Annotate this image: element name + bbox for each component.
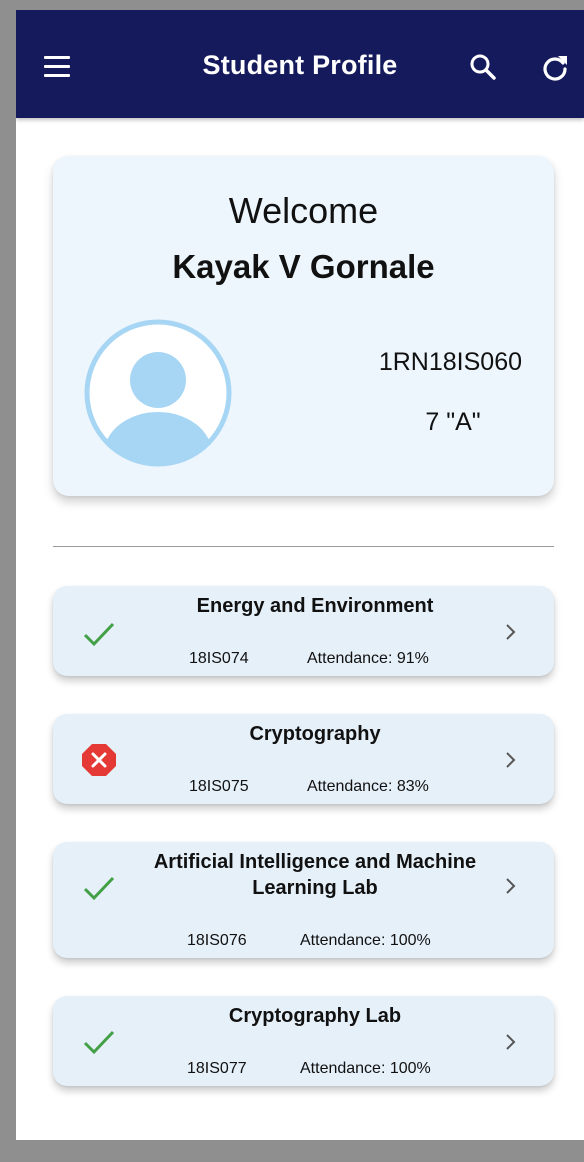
student-usn: 1RN18IS060 [378,348,522,376]
course-name: Cryptography [249,723,381,745]
course-card[interactable]: Artificial Intelligence and Machine Lear… [53,842,554,958]
divider [53,546,554,547]
course-attendance: Attendance: 100% [300,1060,431,1077]
chevron-right-icon[interactable] [503,1032,519,1052]
course-code: 18IS074 [189,650,249,667]
chevron-right-icon[interactable] [503,750,519,770]
page-title: Student Profile [202,50,398,80]
course-card[interactable]: Cryptography 18IS075 Attendance: 83% [53,714,554,804]
course-card[interactable]: Energy and Environment 18IS074 Attendanc… [53,586,554,676]
bottom-bar [0,1140,584,1162]
course-name: Energy and Environment [196,595,434,617]
course-attendance: Attendance: 83% [307,778,429,795]
check-icon [83,622,115,647]
welcome-text: Welcome [228,190,379,231]
course-name: Cryptography Lab [228,1005,402,1027]
course-attendance: Attendance: 91% [307,650,429,667]
chevron-right-icon[interactable] [503,622,519,642]
course-card[interactable]: Cryptography Lab 18IS077 Attendance: 100… [53,996,554,1086]
refresh-icon[interactable] [540,52,570,82]
check-icon [83,876,115,901]
student-name: Kayak V Gornale [172,248,435,285]
search-icon[interactable] [468,52,498,82]
student-section: 7 "A" [425,408,481,436]
profile-card: Welcome Kayak V Gornale 1RN18IS060 7 "A" [53,156,554,496]
error-octagon-icon [82,744,116,776]
chevron-right-icon[interactable] [503,876,519,896]
course-code: 18IS076 [187,932,247,949]
check-icon [83,1030,115,1055]
course-code: 18IS077 [187,1060,247,1077]
user-avatar-icon [84,319,232,467]
app-screen: Student Profile Welcome Kayak V Gornale … [16,10,584,1150]
course-attendance: Attendance: 100% [300,932,431,949]
course-name: Artificial Intelligence and Machine Lear… [153,851,477,899]
course-code: 18IS075 [189,778,249,795]
app-bar: Student Profile [16,10,584,118]
